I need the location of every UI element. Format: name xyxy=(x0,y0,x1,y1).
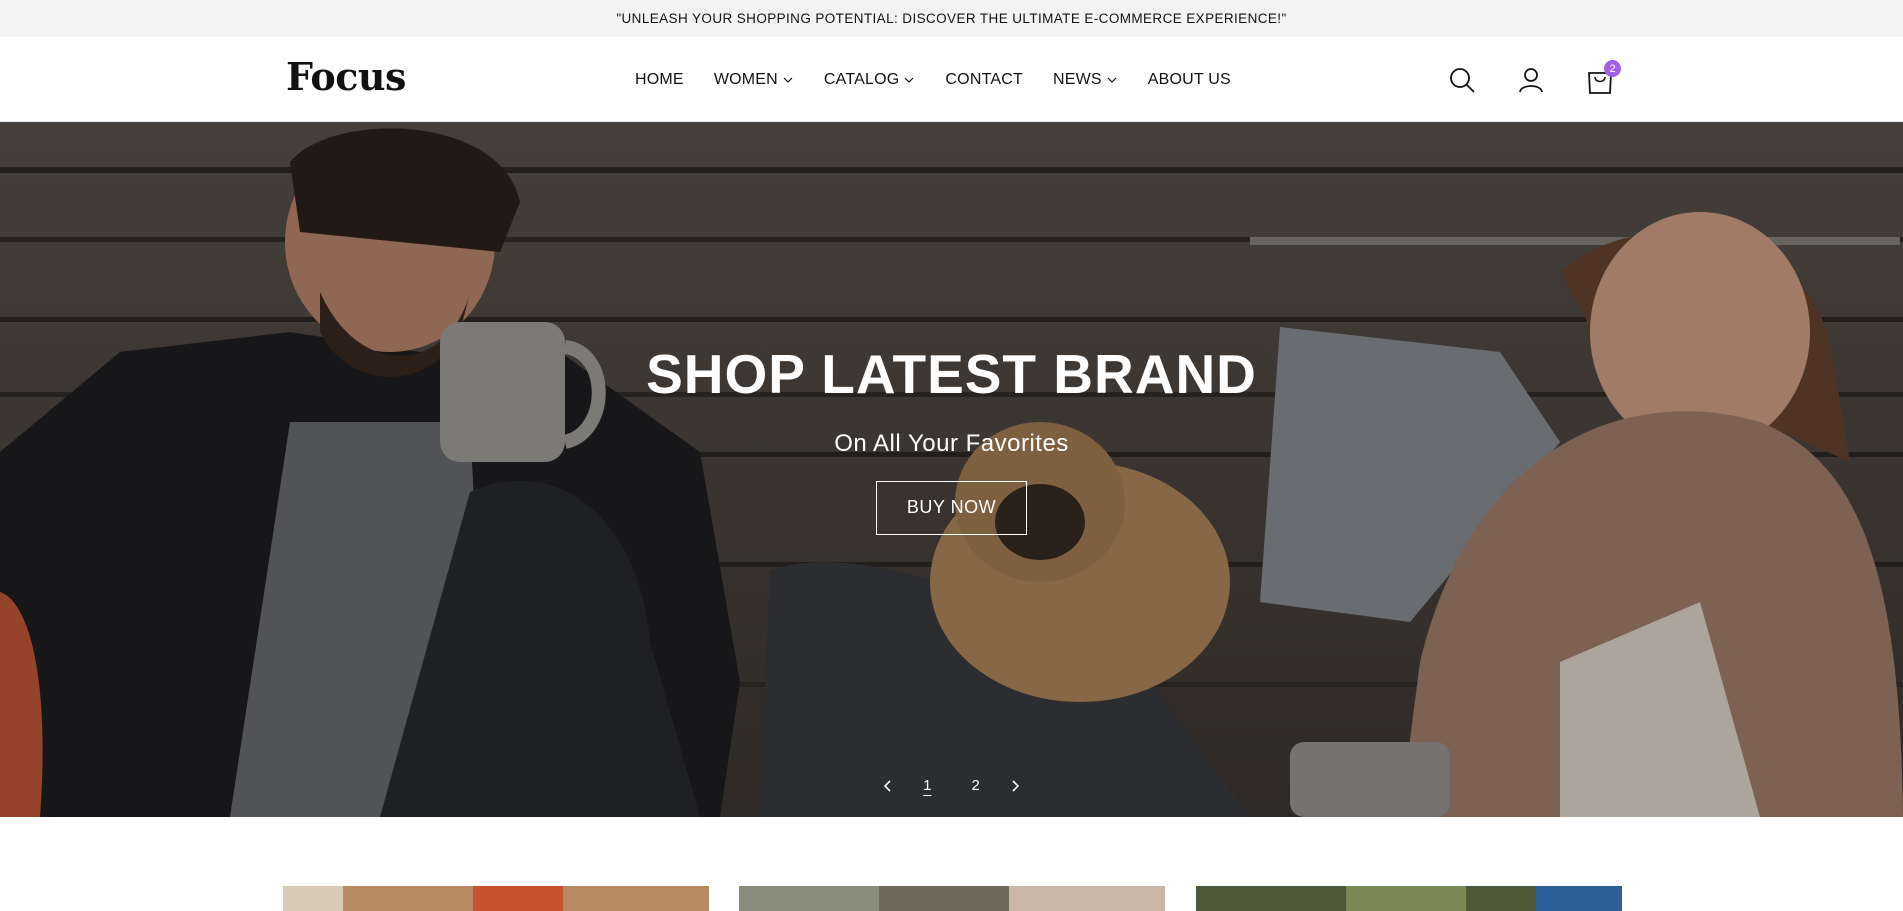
cart-count-badge: 2 xyxy=(1604,60,1621,77)
hero-title: SHOP LATEST BRAND xyxy=(646,343,1257,405)
slider-controls: 1 2 xyxy=(0,777,1903,794)
chevron-right-icon[interactable] xyxy=(1008,779,1022,793)
hero-subtitle: On All Your Favorites xyxy=(834,430,1069,457)
collection-card-image xyxy=(283,886,709,911)
nav-catalog[interactable]: CATALOG xyxy=(824,71,916,89)
buy-now-button[interactable]: BUY NOW xyxy=(876,481,1027,535)
main-nav: HOME WOMEN CATALOG CONTACT NEWS ABOUT US xyxy=(635,37,1261,122)
chevron-down-icon xyxy=(783,77,793,83)
nav-home-label: HOME xyxy=(635,70,684,88)
account-icon[interactable] xyxy=(1515,64,1547,96)
announcement-bar: "UNLEASH YOUR SHOPPING POTENTIAL: DISCOV… xyxy=(0,0,1903,37)
nav-about-us[interactable]: ABOUT US xyxy=(1148,71,1231,89)
hero-slideshow: SHOP LATEST BRAND On All Your Favorites … xyxy=(0,122,1903,817)
slide-dot-2[interactable]: 2 xyxy=(972,777,980,794)
nav-women[interactable]: WOMEN xyxy=(714,71,794,89)
site-logo[interactable]: Focus xyxy=(286,54,406,99)
hero-content: SHOP LATEST BRAND On All Your Favorites … xyxy=(0,342,1903,535)
slide-dot-1[interactable]: 1 xyxy=(923,777,931,794)
nav-women-label: WOMEN xyxy=(713,70,778,88)
site-header: Focus HOME WOMEN CATALOG CONTACT NEWS AB… xyxy=(0,37,1903,122)
announcement-text: "UNLEASH YOUR SHOPPING POTENTIAL: DISCOV… xyxy=(616,11,1287,26)
nav-news-label: NEWS xyxy=(1052,70,1102,88)
chevron-left-icon[interactable] xyxy=(881,779,895,793)
collection-card[interactable] xyxy=(1196,886,1622,911)
nav-news[interactable]: NEWS xyxy=(1053,71,1118,89)
search-icon[interactable] xyxy=(1446,64,1478,96)
chevron-down-icon xyxy=(1107,77,1117,83)
collection-card-image xyxy=(739,886,1165,911)
chevron-down-icon xyxy=(904,77,914,83)
collection-card[interactable] xyxy=(283,886,709,911)
nav-home[interactable]: HOME xyxy=(635,71,684,89)
nav-catalog-label: CATALOG xyxy=(823,70,900,88)
nav-about-us-label: ABOUT US xyxy=(1147,70,1231,88)
nav-contact[interactable]: CONTACT xyxy=(945,71,1023,89)
nav-contact-label: CONTACT xyxy=(945,70,1023,88)
collection-card[interactable] xyxy=(739,886,1165,911)
collection-card-image xyxy=(1196,886,1622,911)
